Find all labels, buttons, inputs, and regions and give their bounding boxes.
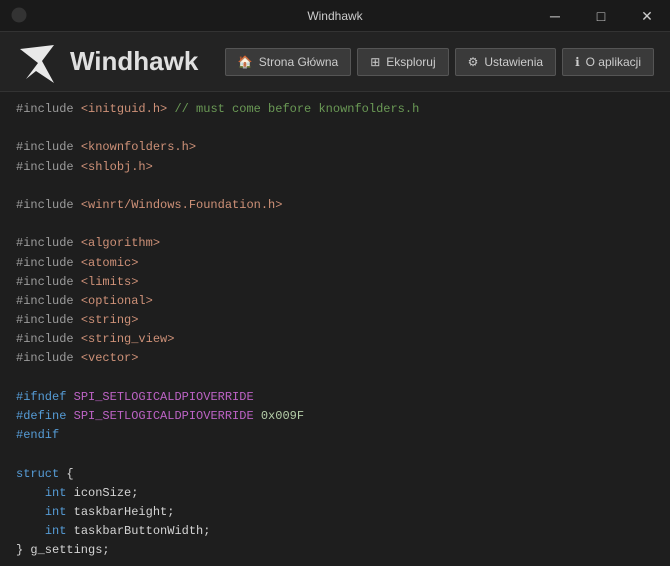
app-name: Windhawk — [70, 46, 198, 77]
code-line: #include <winrt/Windows.Foundation.h> — [16, 196, 654, 215]
code-line: } g_settings; — [16, 541, 654, 560]
nav-explore-button[interactable]: ⊞ Eksploruj — [357, 48, 448, 76]
code-line: #include <string> — [16, 311, 654, 330]
nav-about-label: O aplikacji — [586, 55, 641, 69]
home-icon: 🏠 — [238, 55, 253, 69]
code-line: #include <optional> — [16, 292, 654, 311]
close-button[interactable]: ✕ — [624, 0, 670, 32]
nav-about-button[interactable]: ℹ O aplikacji — [562, 48, 654, 76]
code-line: int taskbarHeight; — [16, 503, 654, 522]
code-line: #define SPI_SETLOGICALDPIOVERRIDE 0x009F — [16, 407, 654, 426]
code-line: #include <initguid.h> // must come befor… — [16, 100, 654, 119]
title-bar: Windhawk ─ □ ✕ — [0, 0, 670, 32]
code-line: #include <algorithm> — [16, 234, 654, 253]
code-line: #include <knownfolders.h> — [16, 138, 654, 157]
app-icon — [10, 6, 28, 29]
logo-area: Windhawk — [16, 41, 225, 83]
info-icon: ℹ — [575, 55, 580, 69]
nav-explore-label: Eksploruj — [386, 55, 435, 69]
grid-icon: ⊞ — [370, 55, 380, 69]
minimize-button[interactable]: ─ — [532, 0, 578, 32]
code-line: int iconSize; — [16, 484, 654, 503]
code-line: #endif — [16, 426, 654, 445]
code-line: #include <vector> — [16, 349, 654, 368]
code-line: #include <string_view> — [16, 330, 654, 349]
nav-buttons: 🏠 Strona Główna ⊞ Eksploruj ⚙ Ustawienia… — [225, 48, 654, 76]
title-bar-label: Windhawk — [307, 9, 362, 23]
code-line: int taskbarButtonWidth; — [16, 522, 654, 541]
code-line: #ifndef SPI_SETLOGICALDPIOVERRIDE — [16, 388, 654, 407]
nav-settings-button[interactable]: ⚙ Ustawienia — [455, 48, 556, 76]
gear-icon: ⚙ — [468, 55, 479, 69]
nav-settings-label: Ustawienia — [484, 55, 543, 69]
maximize-button[interactable]: □ — [578, 0, 624, 32]
window-controls: ─ □ ✕ — [532, 0, 670, 32]
app-header: Windhawk 🏠 Strona Główna ⊞ Eksploruj ⚙ U… — [0, 32, 670, 92]
code-editor[interactable]: #include <initguid.h> // must come befor… — [0, 92, 670, 566]
logo-icon — [16, 41, 58, 83]
code-line: struct { — [16, 465, 654, 484]
nav-home-button[interactable]: 🏠 Strona Główna — [225, 48, 351, 76]
nav-home-label: Strona Główna — [259, 55, 338, 69]
code-line: #include <shlobj.h> — [16, 158, 654, 177]
code-line: #include <limits> — [16, 273, 654, 292]
code-line: #include <atomic> — [16, 254, 654, 273]
